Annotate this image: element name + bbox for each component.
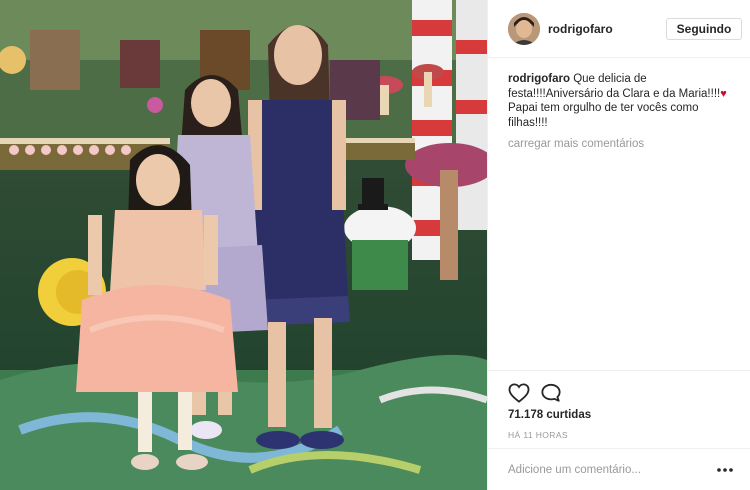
more-icon[interactable] — [716, 461, 734, 479]
avatar-image — [508, 13, 540, 45]
likes-count[interactable]: 71.178 curtidas — [508, 409, 591, 421]
instagram-post: rodrigofaro Seguindo rodrigofaro Que del… — [0, 0, 750, 490]
comment-icon[interactable] — [540, 383, 562, 403]
caption-username[interactable]: rodrigofaro — [508, 73, 570, 85]
heart-emoji-icon: ♥ — [720, 87, 727, 100]
following-button[interactable]: Seguindo — [666, 18, 742, 40]
heart-icon[interactable] — [508, 383, 530, 403]
post-timestamp[interactable]: HÁ 11 HORAS — [508, 430, 568, 440]
header-username[interactable]: rodrigofaro — [548, 22, 613, 36]
post-caption: rodrigofaro Que delicia de festa!!!!Aniv… — [508, 72, 738, 130]
party-photo-illustration — [0, 0, 487, 490]
load-more-comments-link[interactable]: carregar mais comentários — [508, 138, 644, 150]
avatar[interactable] — [508, 13, 540, 45]
add-comment-bar — [488, 448, 750, 490]
post-header: rodrigofaro Seguindo — [488, 0, 750, 58]
caption-text-continued: Papai tem orgulho de ter vocês como filh… — [508, 102, 699, 129]
comment-input[interactable] — [508, 461, 708, 479]
post-photo[interactable] — [0, 0, 487, 490]
post-side-panel: rodrigofaro Seguindo rodrigofaro Que del… — [487, 0, 750, 490]
post-actions: 71.178 curtidas HÁ 11 HORAS — [488, 370, 750, 440]
